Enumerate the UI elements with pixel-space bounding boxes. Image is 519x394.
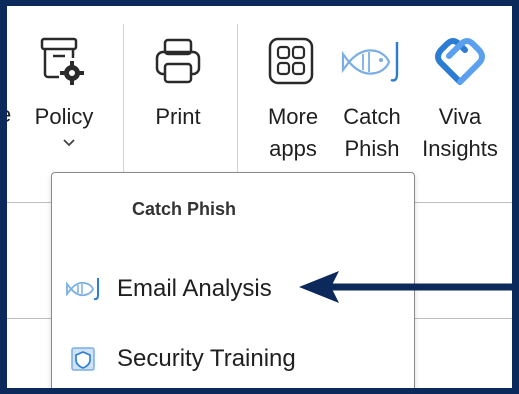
- catch-phish-label-line2: Phish: [344, 136, 400, 161]
- policy-gear-icon: [40, 37, 84, 85]
- viva-insights-label-line1: Viva: [438, 104, 482, 129]
- ribbon-divider: [123, 24, 124, 174]
- viva-insights-icon: [435, 38, 485, 85]
- shield-icon: [71, 347, 95, 371]
- more-apps-label-line1: More: [267, 104, 319, 129]
- apps-grid-icon: [268, 37, 314, 85]
- policy-label: Policy: [34, 104, 94, 129]
- more-apps-label-line2: apps: [269, 136, 317, 161]
- catch-phish-label-line1: Catch: [343, 104, 401, 129]
- ribbon-divider: [237, 24, 238, 174]
- fish-icon: [66, 278, 99, 301]
- menu-item-label: Email Analysis: [117, 275, 272, 302]
- chevron-down-icon[interactable]: [62, 138, 76, 148]
- menu-item-label: Security Training: [117, 345, 296, 372]
- app-frame: e Policy: [7, 6, 512, 388]
- print-label: Print: [155, 104, 201, 129]
- menu-item-security-training[interactable]: Security Training: [66, 339, 396, 379]
- dropdown-title: Catch Phish: [131, 199, 237, 219]
- viva-insights-label-line2: Insights: [422, 136, 498, 161]
- pointer-arrow-icon: [299, 271, 512, 303]
- printer-icon: [155, 38, 201, 84]
- fish-icon: [341, 42, 399, 82]
- ribbon-toolbar: e Policy: [7, 6, 512, 178]
- clipped-label: e: [7, 102, 11, 128]
